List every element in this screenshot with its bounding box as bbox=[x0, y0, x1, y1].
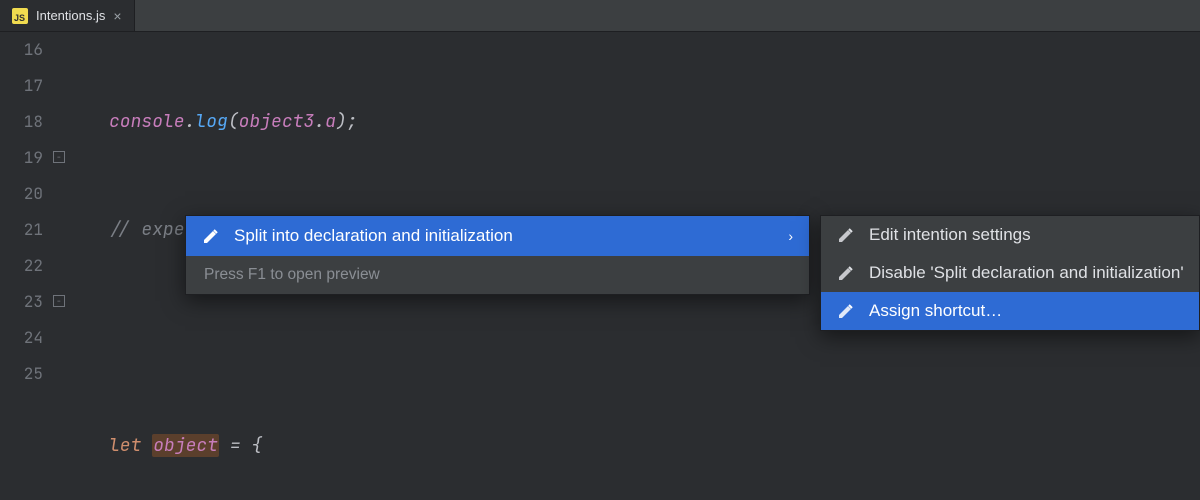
line-number: 24 bbox=[0, 320, 43, 356]
line-number-gutter: 16171819202122232425 bbox=[0, 32, 55, 500]
intention-item-split-declaration[interactable]: Split into declaration and initializatio… bbox=[186, 216, 809, 256]
submenu-item[interactable]: Assign shortcut… bbox=[821, 292, 1199, 330]
fold-toggle-icon[interactable]: − bbox=[53, 295, 65, 307]
tab-bar: JS Intentions.js × bbox=[0, 0, 1200, 32]
submenu-item-label: Disable 'Split declaration and initializ… bbox=[869, 263, 1184, 283]
line-number: 16 bbox=[0, 32, 43, 68]
intention-popup: Split into declaration and initializatio… bbox=[185, 215, 810, 295]
js-file-icon: JS bbox=[12, 8, 28, 24]
line-number: 21 bbox=[0, 212, 43, 248]
fold-toggle-icon[interactable]: − bbox=[53, 151, 65, 163]
line-number: 18 bbox=[0, 104, 43, 140]
code-line[interactable]: let object = { bbox=[109, 428, 379, 464]
line-number: 23 bbox=[0, 284, 43, 320]
line-number: 25 bbox=[0, 356, 43, 392]
line-number: 22 bbox=[0, 248, 43, 284]
chevron-right-icon: › bbox=[788, 228, 793, 244]
code-line[interactable]: console.log(object3.a); bbox=[109, 104, 379, 140]
submenu-item-label: Edit intention settings bbox=[869, 225, 1031, 245]
intention-icon bbox=[202, 227, 220, 245]
line-number: 19 bbox=[0, 140, 43, 176]
intention-icon bbox=[837, 302, 855, 320]
intention-hint: Press F1 to open preview bbox=[186, 256, 809, 294]
intention-icon bbox=[837, 264, 855, 282]
submenu-item[interactable]: Edit intention settings bbox=[821, 216, 1199, 254]
line-number: 17 bbox=[0, 68, 43, 104]
tab-title: Intentions.js bbox=[36, 8, 105, 23]
code-line[interactable] bbox=[109, 320, 379, 356]
fold-column: − − bbox=[55, 32, 69, 500]
intention-icon bbox=[837, 226, 855, 244]
intention-submenu: Edit intention settings Disable 'Split de… bbox=[820, 215, 1200, 331]
tab-intentions-js[interactable]: JS Intentions.js × bbox=[0, 0, 135, 31]
line-number: 20 bbox=[0, 176, 43, 212]
close-icon[interactable]: × bbox=[113, 9, 121, 23]
submenu-item-label: Assign shortcut… bbox=[869, 301, 1002, 321]
selected-identifier: object bbox=[152, 434, 219, 457]
intention-item-label: Split into declaration and initializatio… bbox=[234, 226, 513, 246]
submenu-item[interactable]: Disable 'Split declaration and initializ… bbox=[821, 254, 1199, 292]
